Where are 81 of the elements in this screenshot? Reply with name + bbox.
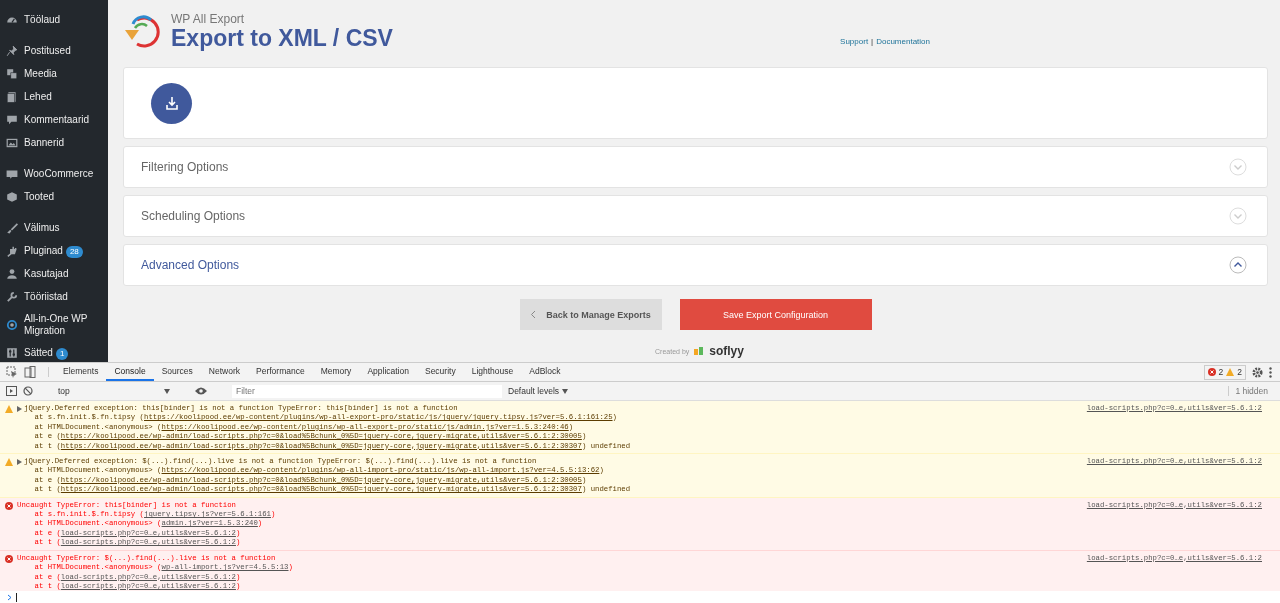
circular-arrows-logo <box>123 12 163 50</box>
devtools-tab[interactable]: Lighthouse <box>463 363 522 381</box>
download-button[interactable] <box>151 82 192 124</box>
context-select[interactable]: top <box>58 386 170 396</box>
user-icon <box>6 268 18 280</box>
chevron-down-icon <box>1229 207 1247 225</box>
filter-field[interactable]: Filter <box>232 384 502 398</box>
devtools-tab[interactable]: Security <box>416 363 464 381</box>
devtools-tab[interactable]: Sources <box>153 363 201 381</box>
devtools-tab[interactable]: Network <box>200 363 248 381</box>
warning-icon <box>1226 368 1235 376</box>
page-title: Export to XML / CSV <box>171 26 393 50</box>
count-badge: 28 <box>65 245 83 258</box>
download-icon <box>164 96 179 110</box>
text-cursor <box>16 592 17 602</box>
options-panel-header[interactable]: Advanced Options <box>123 244 1268 286</box>
warning-icon <box>5 458 13 467</box>
sidebar-item[interactable]: Sätted 1 <box>0 342 108 362</box>
expand-triangle-icon[interactable] <box>17 458 22 465</box>
media-icon <box>6 68 18 80</box>
clear-icon[interactable] <box>23 386 33 396</box>
sidebar-item[interactable]: Lehed <box>0 86 108 109</box>
device-icon[interactable] <box>24 366 36 378</box>
chevron-left-icon <box>530 310 537 319</box>
error-icon <box>5 554 13 563</box>
sidebar-item[interactable]: Tööriistad <box>0 286 108 309</box>
count-badge: 1 <box>55 347 69 360</box>
speech-bubble-icon <box>6 114 18 126</box>
eye-icon[interactable] <box>195 387 207 395</box>
plugin-name: WP All Export <box>171 12 246 26</box>
pin-icon <box>6 45 18 57</box>
error-icon <box>5 501 13 510</box>
options-panel-header[interactable]: Filtering Options <box>123 146 1268 188</box>
brand-name: soflyy <box>709 344 744 358</box>
sliders-icon <box>6 347 18 359</box>
levels-dropdown[interactable]: Default levels <box>508 386 569 396</box>
hidden-count: 1 hidden <box>1228 386 1280 396</box>
brush-icon <box>6 222 18 234</box>
sidebar-item[interactable]: Töölaud <box>0 9 108 32</box>
speech-bubble-icon <box>6 168 18 180</box>
sidebar-item[interactable]: Pluginad 28 <box>0 240 108 263</box>
settings-icon[interactable] <box>1252 366 1263 378</box>
expand-triangle-icon[interactable] <box>17 405 22 412</box>
save-button[interactable]: Save Export Configuration <box>679 299 872 330</box>
sidebar-item[interactable]: WooCommerce <box>0 163 108 186</box>
pages-icon <box>6 91 18 103</box>
back-button[interactable]: Back to Manage Exports <box>519 299 662 330</box>
link-separator: | <box>871 36 874 46</box>
warning-icon <box>5 405 13 413</box>
devtools-tab[interactable]: Memory <box>312 363 360 381</box>
devtools-tab[interactable]: Elements <box>55 363 107 381</box>
support-link[interactable]: Support <box>840 36 869 46</box>
devtools-tab[interactable]: Application <box>359 363 417 381</box>
dropdown-arrow-icon <box>164 388 170 394</box>
error-icon <box>1207 368 1216 376</box>
inspect-icon[interactable] <box>6 366 18 378</box>
chevron-up-icon <box>1229 256 1247 274</box>
chevron-down-icon <box>1229 158 1247 176</box>
sidebar-item[interactable]: Tooted <box>0 186 108 209</box>
devtools-tab[interactable]: AdBlock <box>521 363 569 381</box>
squares-logo-icon <box>694 346 705 356</box>
options-panel-header[interactable]: Scheduling Options <box>123 195 1268 237</box>
issue-counter[interactable]: 2 2 <box>1203 364 1246 380</box>
box-icon <box>6 191 18 203</box>
documentation-link[interactable]: Documentation <box>876 36 930 46</box>
ring-icon <box>6 319 18 331</box>
sidebar-item[interactable]: Meedia <box>0 63 108 86</box>
more-options-icon[interactable] <box>1269 366 1272 378</box>
sidebar-toggle-icon[interactable] <box>6 386 17 396</box>
sidebar-item[interactable]: Postitused <box>0 40 108 63</box>
plug-icon <box>6 245 18 257</box>
sidebar-item[interactable]: Bannerid <box>0 132 108 155</box>
sidebar-item[interactable]: Kasutajad <box>0 263 108 286</box>
sidebar-item[interactable]: Välimus <box>0 217 108 240</box>
sidebar-item[interactable]: Kommentaarid <box>0 109 108 132</box>
picture-frame-icon <box>6 137 18 149</box>
dropdown-arrow-icon <box>562 388 569 394</box>
wrench-icon <box>6 291 18 303</box>
devtools-tab[interactable]: Performance <box>248 363 313 381</box>
prompt-chevron-icon <box>7 593 12 601</box>
sidebar-item[interactable]: All-in-One WP Migration <box>0 309 108 342</box>
